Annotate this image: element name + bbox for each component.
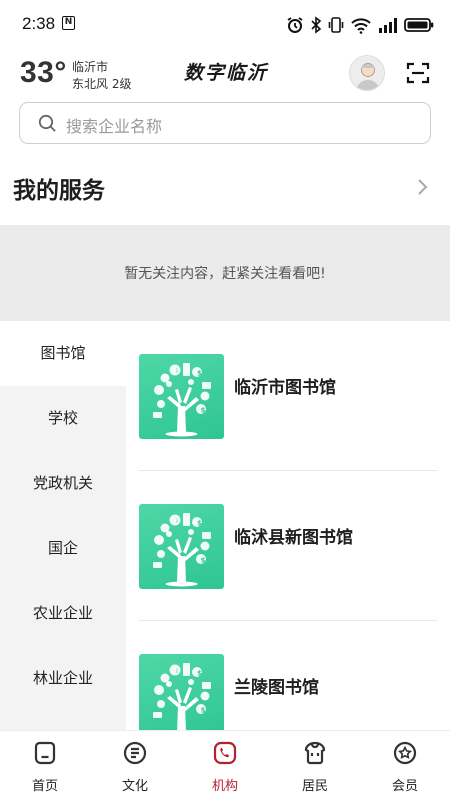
institution-name: 兰陵图书馆 [234, 678, 319, 698]
home-icon [34, 741, 56, 765]
nav-home[interactable]: 首页 [0, 731, 90, 800]
institution-item[interactable]: $ $ i 临沂市图书馆 [126, 321, 450, 471]
knowledge-tree-icon: $ $ i [139, 654, 224, 730]
institution-name: 临沂市图书馆 [234, 378, 336, 398]
svg-text:$: $ [201, 707, 206, 715]
empty-services-text: 暂无关注内容，赶紧关注看看吧! [124, 266, 326, 282]
knowledge-tree-icon: $ $ i [139, 504, 224, 589]
app-title: 数字临沂 [183, 62, 268, 84]
nav-label: 首页 [31, 779, 58, 794]
search-input[interactable]: 搜索企业名称 [19, 102, 431, 144]
search-placeholder: 搜索企业名称 [66, 117, 163, 136]
nav-institution[interactable]: 机构 [180, 731, 270, 800]
nav-label: 居民 [301, 779, 328, 794]
category-library[interactable]: 图书馆 [0, 321, 126, 386]
weather-wind: 东北风 2级 [72, 77, 132, 91]
institution-icon [213, 741, 237, 765]
search-icon [38, 114, 56, 132]
battery-icon [404, 18, 434, 32]
svg-text:$: $ [197, 520, 202, 528]
user-avatar-icon[interactable] [349, 55, 385, 91]
svg-text:$: $ [197, 370, 202, 378]
status-bar: 2:38 N [0, 0, 450, 50]
category-agriculture[interactable]: 农业企业 [0, 581, 126, 646]
culture-icon [123, 741, 147, 765]
svg-text:$: $ [197, 670, 202, 678]
resident-icon [304, 741, 326, 765]
weather-city: 临沂市 [72, 60, 109, 74]
knowledge-tree-icon: $ $ i [139, 354, 224, 439]
signal-icon [379, 18, 397, 33]
status-time: 2:38 [22, 14, 56, 33]
nav-resident[interactable]: 居民 [270, 731, 360, 800]
vibrate-icon [328, 17, 344, 33]
category-government[interactable]: 党政机关 [0, 451, 126, 516]
nav-culture[interactable]: 文化 [90, 731, 180, 800]
weather-temperature: 33° [20, 56, 67, 89]
nav-label: 文化 [121, 779, 148, 794]
nav-member[interactable]: 会员 [360, 731, 450, 800]
nav-label: 机构 [211, 779, 238, 794]
status-icons [286, 14, 434, 36]
nav-label: 会员 [391, 779, 418, 794]
institution-item[interactable]: $ $ i 临沭县新图书馆 [126, 471, 450, 621]
institution-name: 临沭县新图书馆 [234, 528, 353, 548]
alarm-icon [287, 17, 303, 33]
institution-list: $ $ i 临沂市图书馆 $ $ i 临沭县新图书馆 $ $ i 兰陵图书馆 [126, 321, 450, 730]
category-school[interactable]: 学校 [0, 386, 126, 451]
svg-text:$: $ [201, 557, 206, 565]
notification-badge-icon: N [62, 16, 75, 30]
category-state-enterprise[interactable]: 国企 [0, 516, 126, 581]
empty-services-notice: 暂无关注内容，赶紧关注看看吧! [0, 225, 450, 321]
scan-icon[interactable] [405, 60, 431, 86]
bluetooth-icon [311, 16, 322, 34]
svg-text:$: $ [201, 407, 206, 415]
category-forestry[interactable]: 林业企业 [0, 646, 126, 711]
chevron-right-icon [418, 179, 428, 195]
member-icon [393, 741, 417, 765]
category-sidebar: 图书馆 学校 党政机关 国企 农业企业 林业企业 [0, 321, 126, 730]
services-title: 我的服务 [13, 178, 105, 204]
bottom-nav: 首页 文化 机构 居民 会员 [0, 730, 450, 800]
wifi-icon [351, 18, 371, 34]
institution-item[interactable]: $ $ i 兰陵图书馆 [126, 621, 450, 730]
